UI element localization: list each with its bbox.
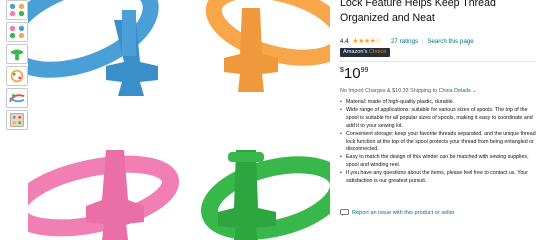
details-link[interactable]: Details xyxy=(454,88,470,94)
thumbnail-strip xyxy=(6,0,28,130)
thread-spool-winders-image xyxy=(28,0,330,240)
blue-spool-winder xyxy=(28,0,159,96)
star-rating-icon[interactable]: ★★★★☆ xyxy=(352,37,381,47)
rating-value: 4.4 xyxy=(340,38,349,45)
report-issue-text: Report an issue with this product or sel… xyxy=(352,210,455,216)
price-symbol: $ xyxy=(340,67,344,74)
bullet-item: Material: made of high-quality plastic, … xyxy=(340,99,536,107)
orange-spool-winder xyxy=(205,0,330,92)
feature-bullets: Material: made of high-quality plastic, … xyxy=(340,99,536,186)
thumbnail-3[interactable] xyxy=(6,44,28,64)
thumbnail-1[interactable] xyxy=(6,0,28,20)
amazons-choice-badge[interactable]: Amazon's Choice xyxy=(340,48,391,57)
rating-row: 4.4 ★★★★☆ 27 ratings | Search this page xyxy=(340,37,536,47)
price-whole: 10 xyxy=(343,65,361,82)
thumbnail-2[interactable] xyxy=(6,22,28,42)
badge-label: Amazon's xyxy=(343,49,368,55)
separator: | xyxy=(421,38,424,45)
ratings-count-link[interactable]: 27 ratings xyxy=(391,37,418,47)
report-issue-link[interactable]: Report an issue with this product or sel… xyxy=(340,209,455,218)
shipping-text: No Import Charges & $10.33 Shipping to C… xyxy=(340,88,453,94)
price-fraction: 99 xyxy=(360,67,369,74)
chevron-down-icon[interactable]: ⌄ xyxy=(472,88,477,94)
product-title: Lock Feature Helps Keep Thread Organized… xyxy=(340,0,496,24)
green-spool-winder xyxy=(201,150,330,240)
product-details: Lock Feature Helps Keep Thread Organized… xyxy=(338,0,536,240)
bullet-item: If you have any questions about the item… xyxy=(340,170,536,186)
shipping-info: No Import Charges & $10.33 Shipping to C… xyxy=(340,87,536,95)
bullet-item: Convenient storage: keep your favorite t… xyxy=(340,131,536,155)
pink-spool-winder xyxy=(28,150,180,240)
report-chat-icon xyxy=(340,209,349,217)
bullet-item: Wide range of applications: suitable for… xyxy=(340,107,536,131)
thumbnail-6[interactable] xyxy=(6,110,28,130)
product-main-image[interactable] xyxy=(28,0,330,240)
thumbnail-4[interactable] xyxy=(6,66,28,86)
bullet-item: Easy to match the design of this winder … xyxy=(340,154,536,170)
price: $1099 xyxy=(340,65,368,83)
search-this-page-link[interactable]: Search this page xyxy=(427,37,473,47)
badge-accent: Choice xyxy=(368,49,387,55)
divider xyxy=(340,61,536,62)
thumbnail-5[interactable] xyxy=(6,88,28,108)
